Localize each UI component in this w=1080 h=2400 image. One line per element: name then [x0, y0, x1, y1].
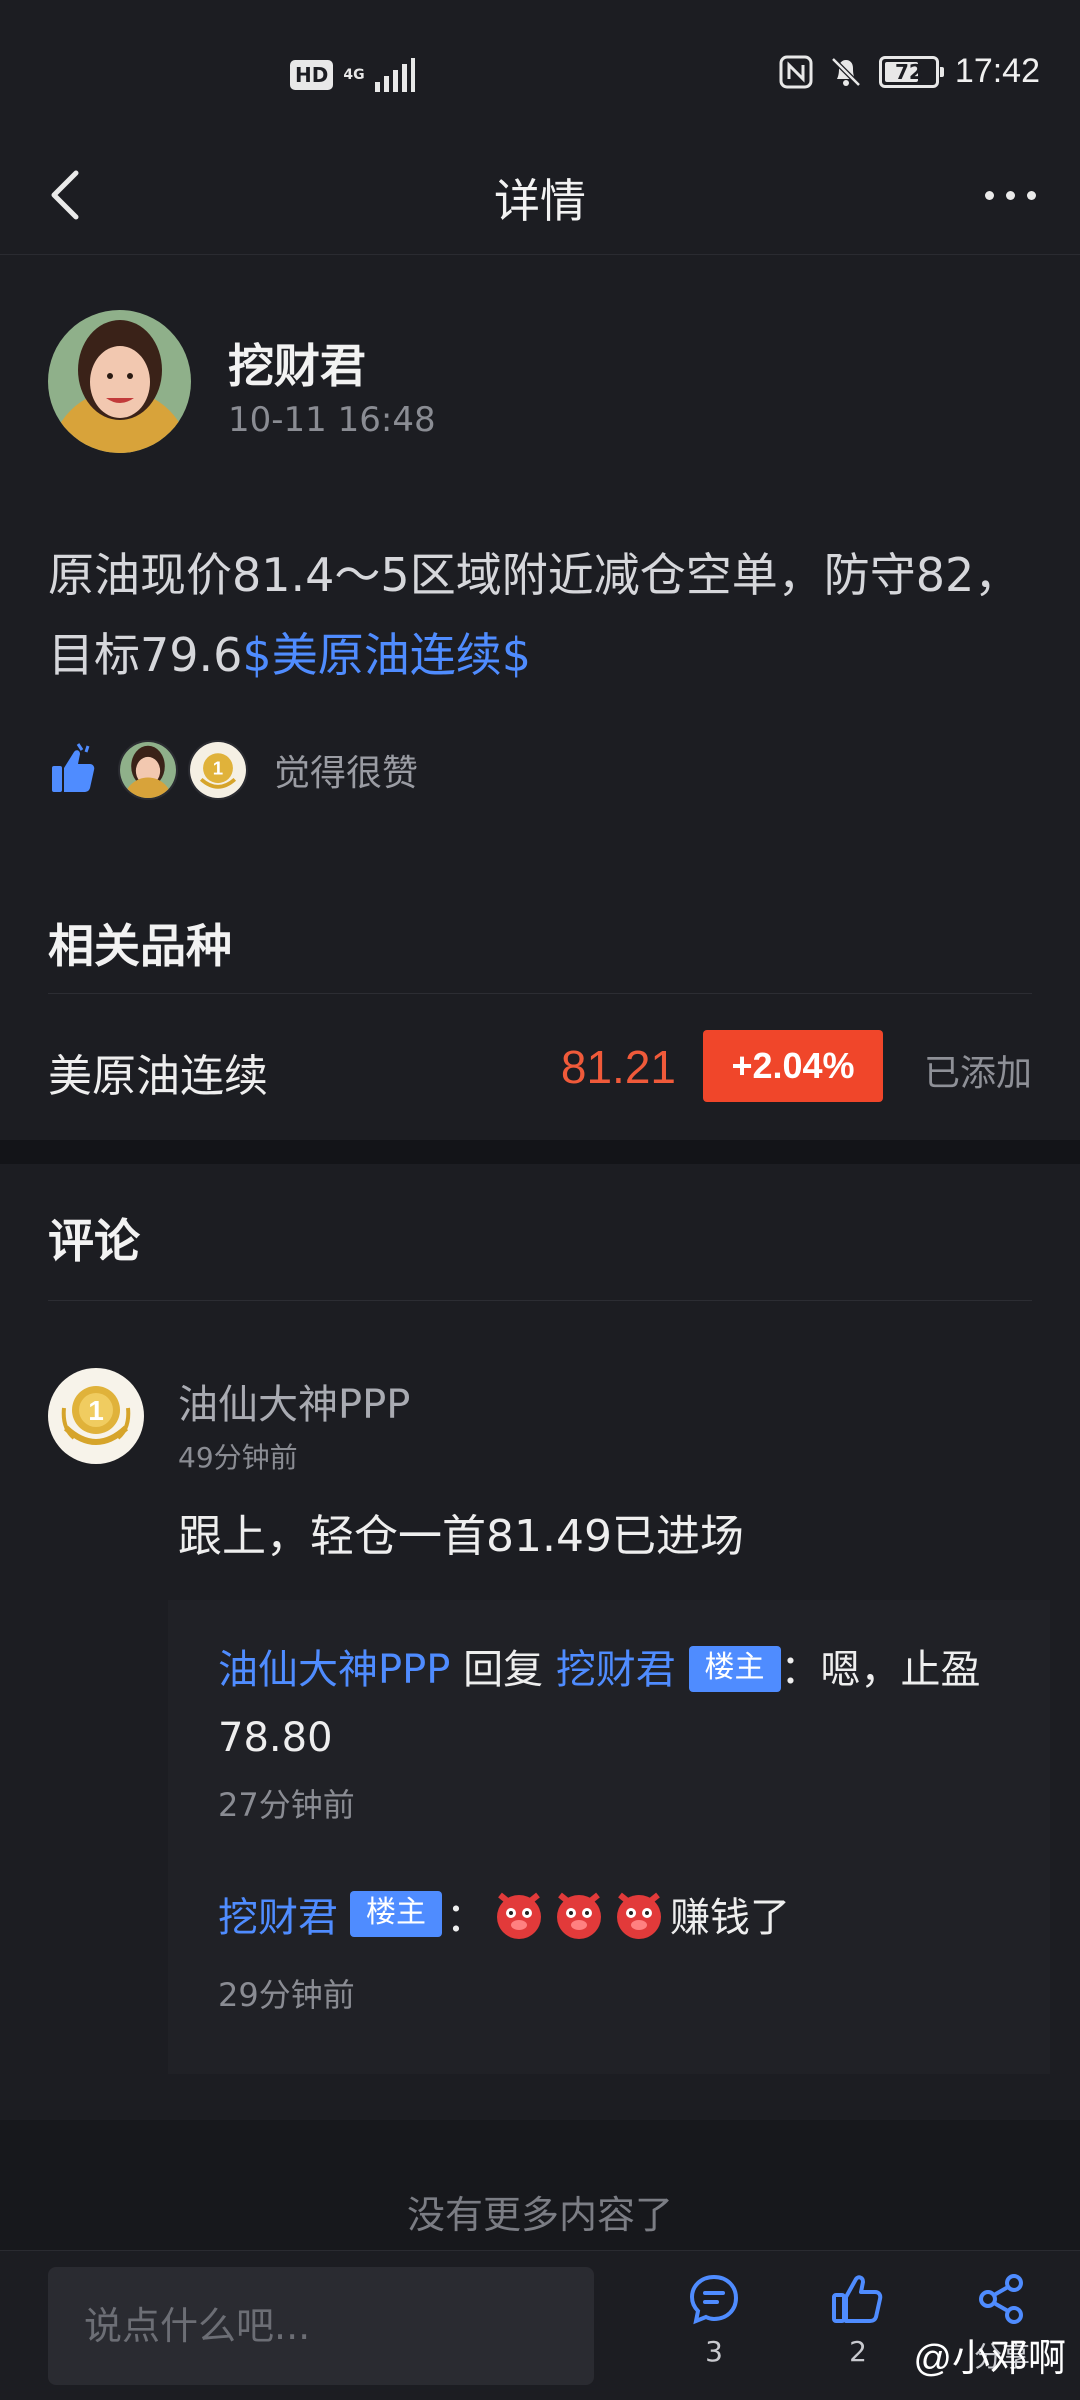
comment-button[interactable]: 3: [674, 2271, 754, 2391]
thumbs-up-icon: [832, 2275, 883, 2323]
status-left: HD 4G: [290, 58, 415, 92]
reply-colon: ：: [446, 1895, 486, 1941]
likes-label: 觉得很赞: [274, 753, 419, 794]
comment-bubble-icon: [689, 2274, 739, 2325]
comment-username[interactable]: 油仙大神PPP: [178, 1372, 410, 1430]
hd-badge: HD: [290, 60, 334, 90]
post-topic-link[interactable]: $美原油连续$: [242, 628, 531, 682]
reply-item[interactable]: 油仙大神PPP 回复 挖财君 楼主 ：嗯，止盈78.80: [218, 1636, 1008, 1772]
owner-badge: 楼主: [350, 1891, 442, 1937]
reply-time: 29分钟前: [218, 1976, 355, 2014]
status-bar: HD 4G 72 17:42: [0, 0, 1080, 135]
reply-to[interactable]: 挖财君: [556, 1647, 676, 1693]
status-right: 72 17:42: [779, 52, 1040, 91]
reply-text: 赚钱了: [670, 1895, 790, 1941]
comment-time: 49分钟前: [178, 1441, 298, 1474]
more-options-icon[interactable]: [970, 165, 1050, 225]
thumbs-up-icon: [52, 743, 95, 792]
like-button[interactable]: 2: [818, 2271, 898, 2391]
likes-row: 1 觉得很赞: [48, 740, 418, 800]
pig-emoji-icon: [557, 1892, 601, 1939]
commenter-avatar[interactable]: 1: [48, 1368, 144, 1464]
like-count: 2: [849, 2335, 867, 2368]
reply-from[interactable]: 挖财君: [218, 1885, 338, 1943]
detail-page: HD 4G 72 17:42 详情 挖财君 10-11 16:48 原油现价81…: [0, 0, 1080, 2400]
share-icon: [979, 2274, 1023, 2324]
post-time: 10-11 16:48: [228, 400, 436, 440]
author-name[interactable]: 挖财君: [228, 330, 366, 396]
more-dot: [1026, 190, 1036, 200]
comment-text[interactable]: 跟上，轻仓一首81.49已进场: [178, 1500, 744, 1564]
related-price: 81.21: [560, 1041, 676, 1093]
page-title: 详情: [494, 174, 586, 228]
liker-avatar[interactable]: [118, 740, 178, 800]
pig-emoji-icon: [497, 1892, 541, 1939]
svg-text:1: 1: [88, 1395, 104, 1426]
clock: 17:42: [954, 52, 1040, 90]
related-change-badge: +2.04%: [703, 1030, 883, 1102]
liker-avatar[interactable]: 1: [188, 740, 248, 800]
signal-icon: [374, 58, 415, 92]
pig-emoji-icon: [617, 1892, 661, 1939]
bottom-bar: 3 2 分享 @小邓啊: [0, 2250, 1080, 2400]
more-dot: [1005, 190, 1015, 200]
svg-text:1: 1: [213, 758, 223, 779]
post-content: 原油现价81.4～5区域附近减仓空单，防守82，目标79.6$美原油连续$: [48, 535, 1038, 695]
related-name: 美原油连续: [48, 1051, 268, 1102]
replies-box: 油仙大神PPP 回复 挖财君 楼主 ：嗯，止盈78.80 27分钟前 挖财君 楼主…: [168, 1600, 1050, 2074]
related-item[interactable]: 美原油连续 81.21 +2.04% 已添加: [48, 1030, 1032, 1106]
author-avatar[interactable]: [48, 310, 191, 453]
divider: [48, 993, 1032, 994]
related-title: 相关品种: [48, 919, 232, 973]
no-more-content-label: 没有更多内容了: [406, 2193, 673, 2237]
battery-icon: 72: [878, 55, 944, 88]
network-label: 4G: [343, 67, 365, 83]
comment-input[interactable]: [48, 2267, 594, 2385]
bell-off-icon: [831, 56, 861, 87]
reply-from[interactable]: 油仙大神PPP: [218, 1647, 450, 1693]
nfc-icon: [779, 55, 813, 88]
reply-item[interactable]: 挖财君 楼主 ： 赚钱了: [218, 1885, 790, 1943]
more-dot: [984, 190, 994, 200]
divider: [48, 1300, 1032, 1301]
watermark-text: @小邓啊: [913, 2338, 1066, 2380]
comments-title: 评论: [48, 1214, 140, 1268]
reply-time: 27分钟前: [218, 1786, 355, 1824]
section-separator: [0, 1140, 1080, 1164]
added-status[interactable]: 已添加: [924, 1044, 1032, 1096]
post-text: 原油现价81.4～5区域附近减仓空单，防守82，目标79.6: [48, 548, 1021, 682]
battery-level: 72: [894, 59, 923, 84]
post-author: 挖财君 10-11 16:48: [48, 310, 1038, 455]
comment-count: 3: [705, 2335, 723, 2368]
nav-bar: 详情: [0, 135, 1080, 255]
owner-badge: 楼主: [688, 1646, 781, 1692]
reply-verb: 回复: [463, 1647, 544, 1693]
